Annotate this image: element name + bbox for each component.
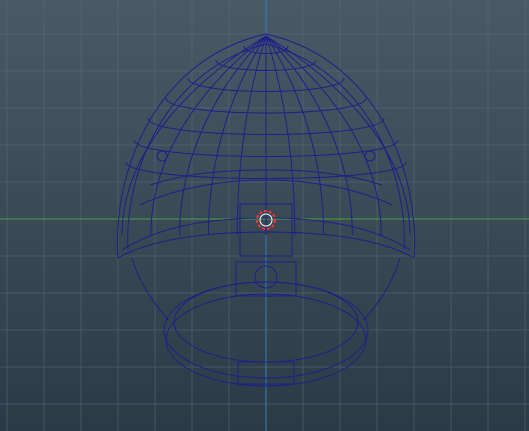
3d-viewport[interactable]	[0, 0, 529, 431]
viewport-background	[0, 0, 529, 431]
viewport-canvas[interactable]	[0, 0, 529, 431]
